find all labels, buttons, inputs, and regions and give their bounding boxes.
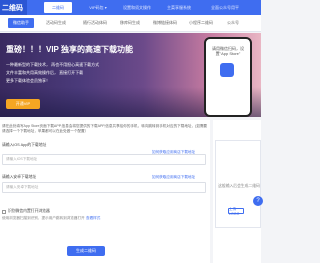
ios-url-input[interactable]: 请输入iOS下载地址 xyxy=(2,154,206,165)
tab-wechat-assistant[interactable]: 微信助手 xyxy=(8,18,34,28)
top-nav: 二维码 二维码 VIP码包 ▾ 设置和须文操作 主菜享服系统 全面公众号用平 xyxy=(0,0,261,15)
banner-line-2: 文件丰富和共用高效操作后， 直接打开下载 xyxy=(6,70,84,75)
tab-activity-code[interactable]: 活动码生成 xyxy=(42,18,70,28)
tab-weibo-code[interactable]: 微博链接体码 xyxy=(150,18,180,28)
sub-nav: 微信助手 活动码生成 随行活动体码 移库码生成 微博链接体码 小程序二维码 公众… xyxy=(0,15,261,32)
android-help-link[interactable]: 如何获取应用商店下载地址 xyxy=(152,175,195,180)
page: 二维码 二维码 VIP码包 ▾ 设置和须文操作 主菜享服系统 全面公众号用平 微… xyxy=(0,0,263,263)
tab-official-account[interactable]: 公众号 xyxy=(224,18,242,28)
banner-line-3: 更多下载体验会员独享！ xyxy=(6,78,50,83)
tab-mobile-code[interactable]: 随行活动体码 xyxy=(80,18,110,28)
android-label: 请输入安卓下载地址 xyxy=(2,175,37,179)
nav-item-vip[interactable]: VIP码包 ▾ xyxy=(82,2,114,13)
view-style-link[interactable]: 查看样式 xyxy=(86,216,100,221)
generate-qrcode-button[interactable]: 生成二维码 xyxy=(67,246,105,256)
android-url-input[interactable]: 请输入安卓下载地址 xyxy=(2,182,206,193)
nav-item-qrcode[interactable]: 二维码 xyxy=(44,2,72,13)
wechat-browser-label: 识别微信内置打开浏览器 xyxy=(8,209,50,213)
phone-text: 请用微信扫码，设置"App Store" xyxy=(212,46,244,56)
site-logo[interactable]: 二维码 xyxy=(0,0,27,15)
nav-item-official-account[interactable]: 全面公众号用平 xyxy=(206,2,244,13)
tab-miniprogram-code[interactable]: 小程序二维码 xyxy=(186,18,216,28)
side-panel xyxy=(213,120,261,263)
help-icon[interactable]: ? xyxy=(253,196,263,206)
phone-mockup: 请用微信扫码，设置"App Store" xyxy=(204,37,252,117)
ios-label: 请输入iOS App的下载地址 xyxy=(2,143,47,147)
wechat-browser-checkbox[interactable] xyxy=(2,209,6,214)
open-vip-button[interactable]: 开通VIP xyxy=(6,99,40,109)
app-store-icon xyxy=(220,63,234,77)
promo-banner: 重磅！！！VIP 独享的高速下载功能 一种最新型的下载技术， 再也不用担心高速下… xyxy=(0,33,261,117)
banner-title: 重磅！！！VIP 独享的高速下载功能 xyxy=(6,45,133,54)
banner-line-1: 一种最新型的下载技术， 再也不用担心高速下载方式 xyxy=(6,62,100,67)
nav-item-settings[interactable]: 设置和须文操作 xyxy=(120,2,154,13)
helper-text: 使用浏览器扫描到识别，提示用户跳转到浏览器打开 xyxy=(2,216,85,220)
nav-item-service[interactable]: 主菜享服系统 xyxy=(162,2,196,13)
preview-hint: 这般输入后会生成二维码 xyxy=(218,184,260,188)
upload-logo-button[interactable]: 上传LOGO xyxy=(228,207,244,216)
wechat-browser-option[interactable]: 识别微信内置打开浏览器 xyxy=(2,209,50,214)
tab-library-code[interactable]: 移库码生成 xyxy=(116,18,144,28)
form-instructions: 请在此处填写App Store页面下载APP,信息会将您提供的下载APP,信息共… xyxy=(2,124,208,133)
